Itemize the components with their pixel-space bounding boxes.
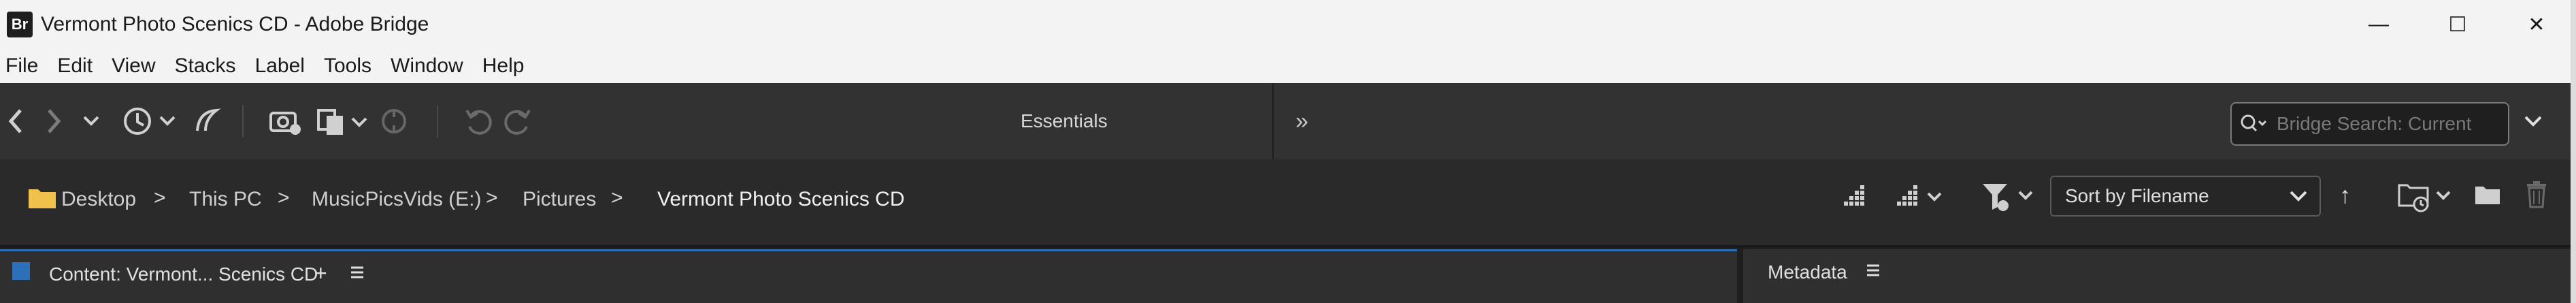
panel-area: Content: Vermont... Scenics CD + Metadat… [0,248,2576,303]
application-toolbar: Essentials » [0,83,2576,159]
breadcrumb-desktop[interactable]: Desktop [61,188,136,211]
rating-filter-icon[interactable] [1892,182,1946,213]
path-bar: Desktop > This PC > MusicPicsVids (E:) >… [0,159,2576,248]
title-bar: Br Vermont Photo Scenics CD - Adobe Brid… [0,0,2576,49]
add-panel-icon[interactable]: + [314,261,327,286]
toolbar-divider [1272,83,1274,159]
sort-direction-arrow-icon[interactable]: ↑ [2339,182,2351,209]
toolbar-divider [437,105,438,138]
breadcrumb-separator: > [154,187,166,209]
adobe-bridge-logo: Br [7,12,33,37]
panel-menu-icon[interactable] [350,265,365,283]
delete-trash-icon[interactable] [2524,180,2549,212]
search-input[interactable] [2275,112,2496,135]
content-panel-title[interactable]: Content: Vermont... Scenics CD [49,264,318,285]
close-button[interactable]: ✕ [2497,0,2576,49]
forward-icon[interactable] [42,103,65,139]
content-panel: Content: Vermont... Scenics CD + [0,249,1737,303]
menu-bar: File Edit View Stacks Label Tools Window… [0,49,2576,83]
sort-dropdown[interactable]: Sort by Filename [2050,176,2321,217]
get-photos-camera-icon[interactable] [268,103,302,139]
recent-history-icon[interactable] [121,103,180,139]
panel-color-swatch-icon [12,262,30,280]
menu-edit[interactable]: Edit [48,54,102,78]
window-edge [2571,0,2576,303]
toolbar-divider [242,105,244,138]
menu-tools[interactable]: Tools [314,54,381,78]
menu-label[interactable]: Label [246,54,314,78]
breadcrumb-drive[interactable]: MusicPicsVids (E:) [312,188,482,211]
quality-thumbnail-icon[interactable] [1840,182,1868,213]
sort-label: Sort by Filename [2065,185,2209,206]
rotate-right-icon[interactable] [503,103,533,139]
workspace-menu-chevron-icon[interactable] [2523,103,2543,139]
folder-icon [27,185,57,213]
window-title: Vermont Photo Scenics CD - Adobe Bridge [41,13,429,35]
boomerang-icon[interactable] [192,103,222,139]
breadcrumb-separator: > [611,187,623,209]
menu-view[interactable]: View [102,54,165,78]
chevron-down-icon [2290,191,2307,202]
bridge-search-box[interactable] [2230,102,2509,146]
menu-stacks[interactable]: Stacks [165,54,246,78]
search-icon [2241,114,2267,132]
recent-chevron-down-icon[interactable] [82,103,101,139]
new-folder-icon[interactable] [2474,182,2501,210]
metadata-panel-title[interactable]: Metadata [1768,261,1847,283]
filter-items-icon[interactable] [1980,180,2034,216]
minimize-button[interactable]: — [2339,0,2418,49]
breadcrumb-current-folder[interactable]: Vermont Photo Scenics CD [657,188,905,211]
breadcrumb-pictures[interactable]: Pictures [523,188,596,211]
recent-folders-icon[interactable] [2398,178,2455,216]
menu-file[interactable]: File [0,54,48,78]
more-workspaces-icon[interactable]: » [1295,103,1308,139]
panel-menu-icon[interactable] [1866,263,1881,281]
metadata-panel: Metadata [1743,249,2576,303]
breadcrumb-separator: > [486,187,498,209]
sync-icon[interactable] [378,103,410,139]
back-icon[interactable] [4,103,27,139]
maximize-button[interactable]: ☐ [2418,0,2497,49]
menu-help[interactable]: Help [473,54,534,78]
rotate-left-icon[interactable] [463,103,493,139]
refine-copies-icon[interactable] [316,103,370,139]
menu-window[interactable]: Window [381,54,473,78]
workspace-essentials[interactable]: Essentials [1021,110,1108,132]
breadcrumb-this-pc[interactable]: This PC [189,188,262,211]
breadcrumb-separator: > [278,187,290,209]
